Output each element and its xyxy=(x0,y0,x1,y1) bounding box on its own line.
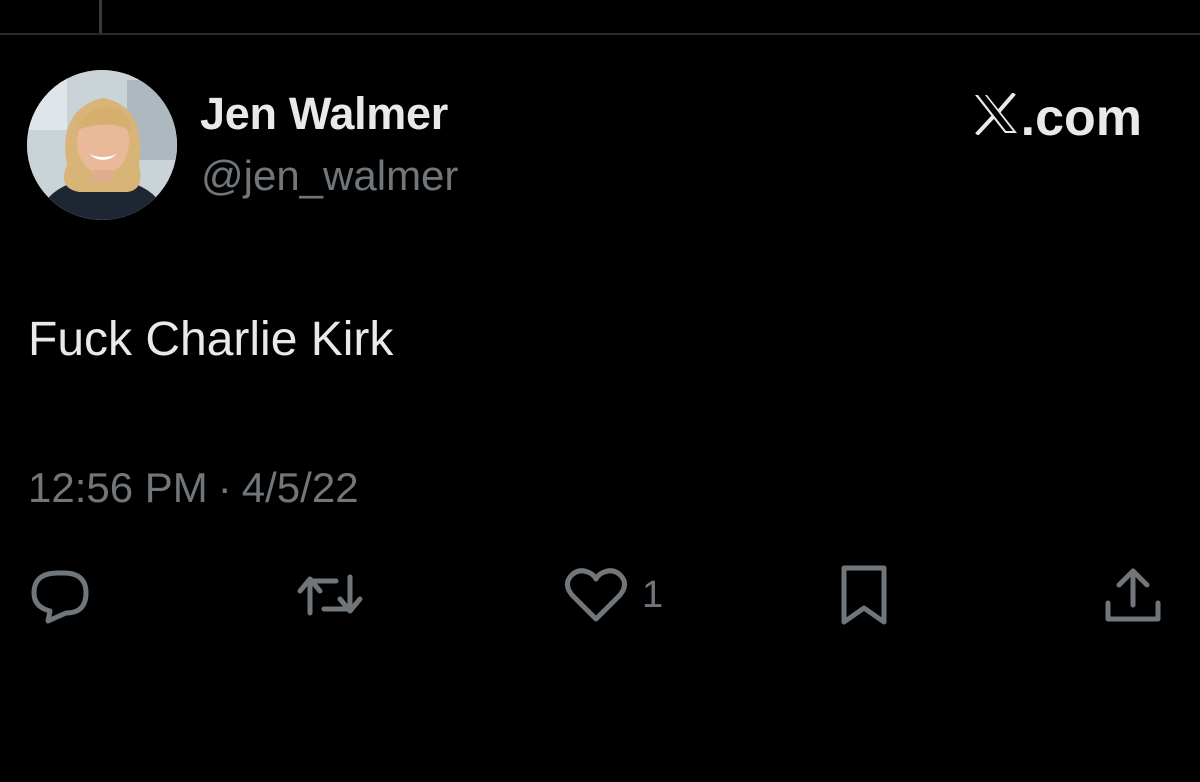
tweet-text: Fuck Charlie Kirk xyxy=(28,313,394,366)
retweet-icon xyxy=(296,563,364,627)
bookmark-button[interactable] xyxy=(834,560,894,630)
x-logo-icon xyxy=(973,88,1019,148)
retweet-button[interactable] xyxy=(296,560,364,630)
like-button[interactable]: 1 xyxy=(564,560,663,630)
author-display-name[interactable]: Jen Walmer xyxy=(200,88,448,140)
x-brand-link[interactable]: .com xyxy=(973,88,1142,148)
author-handle[interactable]: @jen_walmer xyxy=(201,152,458,200)
timestamp-separator: · xyxy=(217,464,232,511)
like-count: 1 xyxy=(642,573,664,616)
avatar[interactable] xyxy=(27,70,177,220)
tweet-date: 4/5/22 xyxy=(241,464,359,511)
reply-button[interactable] xyxy=(28,560,92,630)
bookmark-icon xyxy=(834,562,894,628)
heart-icon xyxy=(564,563,628,627)
tweet-time: 12:56 PM xyxy=(28,464,208,511)
brand-domain-label: .com xyxy=(1020,89,1142,147)
tweet-action-bar: 1 xyxy=(0,560,1200,630)
avatar-photo xyxy=(27,70,177,220)
share-button[interactable] xyxy=(1102,560,1164,630)
top-divider xyxy=(0,33,1200,35)
reply-icon xyxy=(28,563,92,627)
share-icon xyxy=(1102,563,1164,627)
thread-connector-line xyxy=(99,0,102,33)
tweet-timestamp[interactable]: 12:56 PM · 4/5/22 xyxy=(28,464,359,512)
